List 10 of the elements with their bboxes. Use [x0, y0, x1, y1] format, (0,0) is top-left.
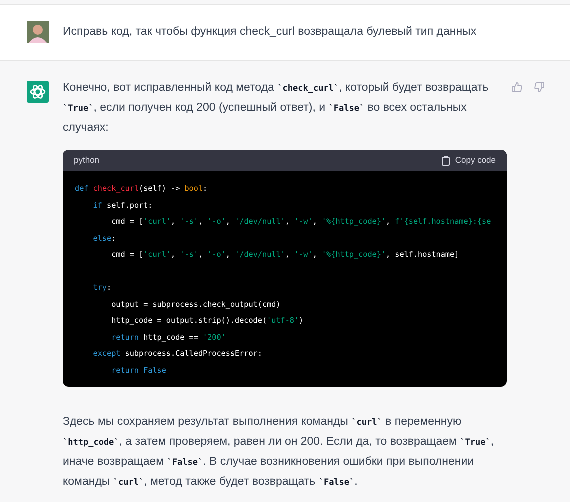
user-message: Исправь код, так чтобы функция check_curl возвращала булевый тип данных: [63, 24, 477, 40]
thumbs-up-icon[interactable]: [512, 82, 523, 93]
user-avatar: [27, 20, 49, 42]
answer-paragraph: Конечно, вот исправленный код метода `check_curl`, который будет возвращать `True`, если получен код 200 (успешный ответ), и `False` во всех остальных случаях:: [63, 81, 490, 136]
code-language: python: [74, 154, 100, 167]
copy-code-button[interactable]: Copy code: [442, 154, 496, 167]
clipboard-icon: [442, 156, 450, 166]
assistant-logo-icon: [27, 81, 49, 103]
thumbs-down-icon[interactable]: [534, 82, 545, 93]
explanation-paragraph: Здесь мы сохраняем результат выполнения команды `curl` в переменную `http_code`, а затем проверяем, равен ли он 200. Если да, то возвращаем `True`, иначе возвращаем `False`. В случае возникновения ошибки при выполнении команды `curl`, метод также будет возвращать `False`.: [63, 415, 496, 490]
